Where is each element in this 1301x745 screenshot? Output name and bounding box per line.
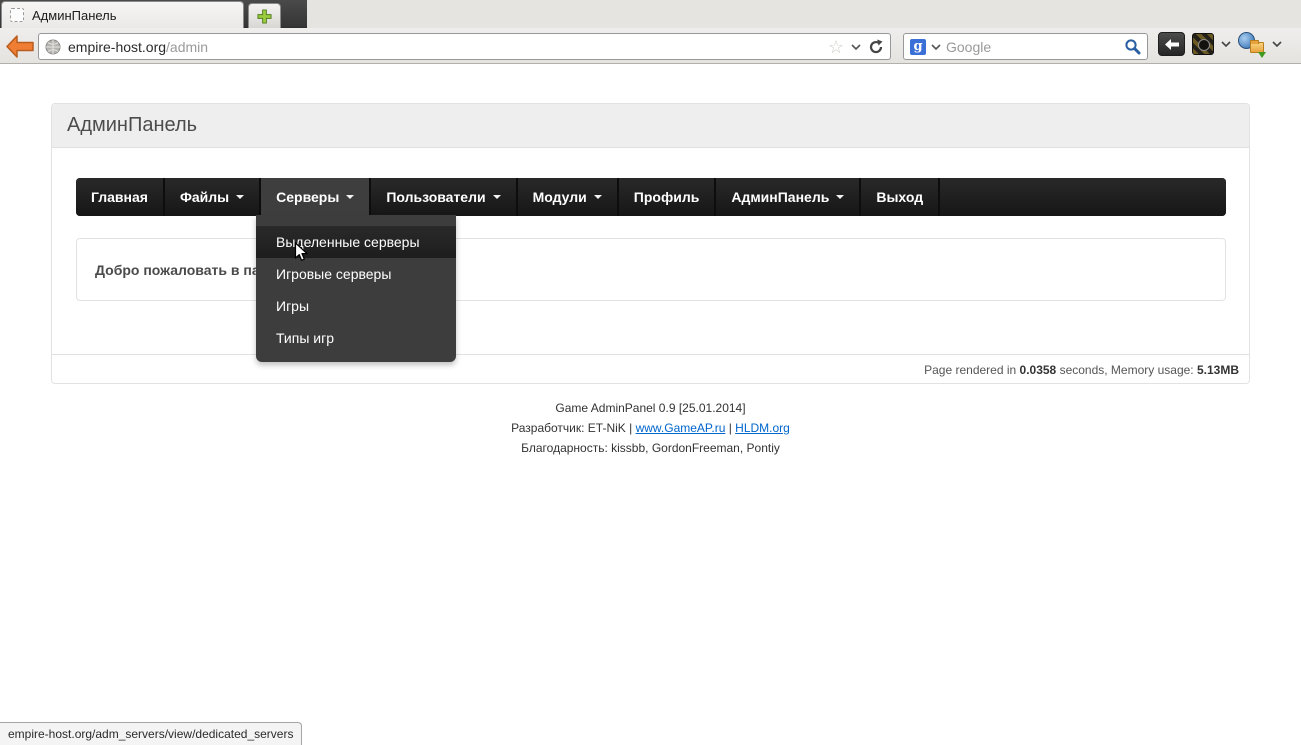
nav-item-label: Профиль [633, 189, 700, 205]
nav-item-label: АдминПанель [731, 189, 830, 205]
url-path: /admin [166, 38, 209, 55]
footer-developer: Разработчик: ET-NiK | www.GameAP.ru | HL… [511, 421, 790, 435]
nav-item-3[interactable]: Пользователи [371, 178, 516, 216]
render-stats: Page rendered in 0.0358 seconds, Memory … [924, 362, 1239, 377]
search-engine-dropdown-icon[interactable] [931, 43, 941, 50]
hldm-link[interactable]: HLDM.org [735, 421, 790, 435]
search-placeholder[interactable]: Google [946, 39, 1119, 55]
url-text[interactable]: empire-host.org/admin [68, 39, 821, 55]
url-history-dropdown-icon[interactable] [851, 43, 861, 50]
search-bar[interactable]: g Google [903, 33, 1148, 60]
nav-item-4[interactable]: Модули [517, 178, 617, 216]
status-link-target: empire-host.org/adm_servers/view/dedicat… [8, 727, 294, 741]
dropdown-item-3[interactable]: Типы игр [256, 322, 456, 354]
panel-toggle-button[interactable] [1158, 32, 1185, 56]
nav-item-2[interactable]: Серверы [261, 178, 370, 216]
servers-dropdown-menu: Выделенные серверы Игровые серверы Игры Тип… [256, 215, 456, 362]
dropdown-item-0[interactable]: Выделенные серверы [256, 226, 456, 258]
render-time: 0.0358 [1019, 362, 1057, 377]
site-footer: Game AdminPanel 0.9 [25.01.2014] Разрабо… [0, 398, 1301, 458]
caret-down-icon [492, 195, 501, 199]
mouse-cursor [294, 242, 308, 261]
caret-down-icon [236, 195, 245, 199]
download-dropdown-icon[interactable] [1272, 41, 1282, 47]
extension-icon[interactable] [1192, 33, 1214, 55]
nav-item-6[interactable]: АдминПанель [716, 178, 860, 216]
page-title: АдминПанель [67, 114, 198, 136]
dropdown-item-1[interactable]: Игровые серверы [256, 258, 456, 290]
panel-header: АдминПанель [52, 104, 1249, 148]
google-icon: g [910, 38, 926, 55]
gameap-link[interactable]: www.GameAP.ru [636, 421, 726, 435]
url-bar[interactable]: empire-host.org/admin ☆ [38, 33, 891, 60]
panel-footer: Page rendered in 0.0358 seconds, Memory … [52, 354, 1249, 384]
nav-item-0[interactable]: Главная [76, 178, 163, 216]
nav-item-5[interactable]: Профиль [618, 178, 715, 216]
nav-item-1[interactable]: Файлы [164, 178, 260, 216]
welcome-text: Добро пожаловать в пане [95, 261, 276, 278]
nav-item-label: Модули [532, 189, 587, 205]
download-arrow-icon [1258, 52, 1266, 58]
caret-down-icon [593, 195, 602, 199]
admin-panel-container: АдминПанель Главная Файлы Серверы Пользоват… [51, 103, 1250, 384]
dropdown-item-2[interactable]: Игры [256, 290, 456, 322]
extension-dropdown-icon[interactable] [1221, 41, 1231, 47]
back-icon[interactable] [5, 35, 35, 58]
memory-usage: 5.13MB [1196, 362, 1239, 377]
new-tab-plus-icon [257, 8, 272, 24]
nav-item-label: Файлы [179, 189, 230, 205]
new-tab-button[interactable] [248, 3, 281, 28]
nav-item-label: Выход [876, 189, 924, 205]
caret-down-icon [836, 195, 845, 199]
search-icon[interactable] [1124, 38, 1141, 55]
tab-strip: АдминПанель [0, 0, 1301, 28]
globe-icon [45, 39, 61, 54]
status-bar: empire-host.org/adm_servers/view/dedicat… [0, 722, 303, 745]
welcome-box: Добро пожаловать в пане [76, 238, 1226, 301]
url-host: empire-host.org [68, 38, 167, 55]
favicon-placeholder-icon [10, 8, 24, 22]
navbar: Главная Файлы Серверы Пользователи Модули Про… [76, 178, 1226, 216]
bookmark-star-icon[interactable]: ☆ [828, 38, 844, 56]
download-globe-icon[interactable] [1238, 32, 1266, 58]
nav-item-label: Серверы [276, 189, 340, 205]
caret-down-icon [346, 195, 355, 199]
nav-item-label: Пользователи [386, 189, 486, 205]
footer-thanks: Благодарность: kissbb, GordonFreeman, Po… [521, 441, 780, 455]
panel-toggle-arrow-icon [1164, 38, 1179, 50]
footer-version: Game AdminPanel 0.9 [25.01.2014] [555, 401, 746, 415]
toolbar-right-cluster [1158, 32, 1282, 58]
navbar-filler [940, 178, 1226, 216]
tab-title: АдминПанель [32, 7, 117, 23]
nav-item-label: Главная [91, 189, 148, 205]
nav-item-7[interactable]: Выход [861, 178, 939, 216]
reload-icon[interactable] [868, 39, 884, 55]
browser-tab[interactable]: АдминПанель [1, 1, 244, 28]
